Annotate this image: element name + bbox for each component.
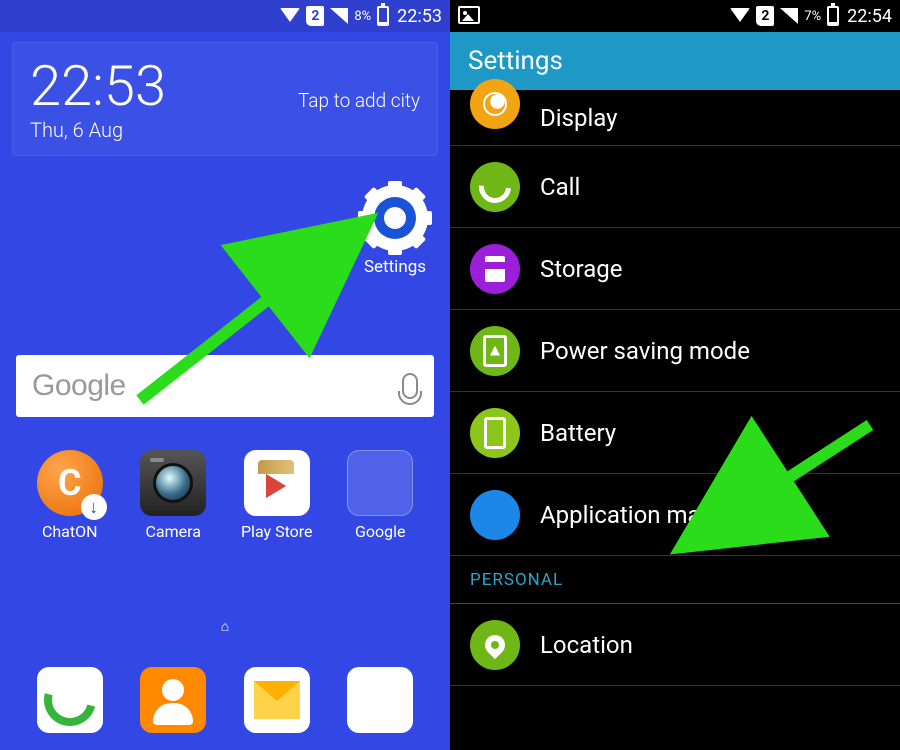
signal-icon bbox=[330, 8, 348, 24]
battery-icon bbox=[377, 6, 389, 26]
clock-widget[interactable]: 22:53 Thu, 6 Aug Tap to add city bbox=[12, 42, 438, 156]
settings-row-location[interactable]: Location bbox=[450, 604, 900, 686]
screenshot-notification-icon bbox=[458, 6, 480, 24]
wifi-icon bbox=[730, 8, 750, 22]
settings-row-app-manager[interactable]: Application manager bbox=[450, 474, 900, 556]
row-label: Location bbox=[540, 631, 633, 659]
app-label: Play Store bbox=[225, 522, 329, 541]
call-icon bbox=[470, 162, 520, 212]
status-time: 22:53 bbox=[397, 6, 442, 27]
signal-icon bbox=[780, 8, 798, 24]
app-play-store[interactable]: Play Store bbox=[225, 450, 329, 541]
row-label: Call bbox=[540, 173, 580, 201]
settings-shortcut[interactable]: Settings bbox=[362, 185, 428, 277]
sim-indicator: 2 bbox=[306, 6, 324, 26]
settings-row-call[interactable]: Call bbox=[450, 146, 900, 228]
power-saving-icon bbox=[470, 326, 520, 376]
apps-icon bbox=[347, 667, 413, 733]
home-page-indicator[interactable]: ⌂ bbox=[221, 618, 229, 635]
home-screen: 2 8% 22:53 22:53 Thu, 6 Aug Tap to add c… bbox=[0, 0, 450, 750]
row-label: Power saving mode bbox=[540, 337, 750, 365]
settings-row-power-saving[interactable]: Power saving mode bbox=[450, 310, 900, 392]
camera-icon bbox=[140, 450, 206, 516]
status-time: 22:54 bbox=[847, 6, 892, 27]
row-label: Display bbox=[540, 104, 618, 132]
mic-icon[interactable] bbox=[402, 373, 418, 399]
battery-percent: 7% bbox=[804, 9, 821, 24]
display-icon bbox=[470, 79, 520, 129]
app-label: Google bbox=[329, 522, 433, 541]
messages-icon bbox=[244, 667, 310, 733]
clock-time: 22:53 bbox=[30, 58, 166, 114]
clock-date: Thu, 6 Aug bbox=[30, 118, 166, 142]
settings-list[interactable]: Display Call Storage Power saving mode B… bbox=[450, 90, 900, 686]
dock bbox=[0, 650, 450, 750]
settings-row-storage[interactable]: Storage bbox=[450, 228, 900, 310]
location-icon bbox=[470, 620, 520, 670]
storage-icon bbox=[470, 244, 520, 294]
status-bar: 2 8% 22:53 bbox=[0, 0, 450, 32]
sim-indicator: 2 bbox=[756, 6, 774, 26]
row-label: Application manager bbox=[540, 501, 761, 529]
gear-icon bbox=[362, 185, 428, 251]
settings-header: Settings bbox=[450, 32, 900, 90]
row-label: Storage bbox=[540, 255, 622, 283]
app-label: ChatON bbox=[18, 522, 122, 541]
app-chaton[interactable]: ChatON bbox=[18, 450, 122, 541]
settings-shortcut-label: Settings bbox=[362, 257, 428, 277]
wifi-icon bbox=[280, 8, 300, 22]
dock-apps[interactable] bbox=[329, 667, 433, 733]
settings-row-battery[interactable]: Battery bbox=[450, 392, 900, 474]
app-google-folder[interactable]: Google bbox=[329, 450, 433, 541]
settings-title: Settings bbox=[468, 46, 563, 76]
contacts-icon bbox=[140, 667, 206, 733]
app-grid: ChatON Camera Play Store Google bbox=[0, 450, 450, 541]
settings-row-display[interactable]: Display bbox=[450, 90, 900, 146]
battery-icon bbox=[470, 408, 520, 458]
google-logo: Google bbox=[32, 369, 126, 403]
dock-phone[interactable] bbox=[18, 667, 122, 733]
settings-screen: 2 7% 22:54 Settings Display Call Storage… bbox=[450, 0, 900, 750]
battery-icon bbox=[827, 6, 839, 26]
battery-percent: 8% bbox=[354, 9, 371, 24]
dock-messages[interactable] bbox=[225, 667, 329, 733]
clock-main: 22:53 Thu, 6 Aug bbox=[30, 58, 166, 142]
section-personal: PERSONAL bbox=[450, 556, 900, 604]
app-manager-icon bbox=[470, 490, 520, 540]
play-store-icon bbox=[244, 450, 310, 516]
folder-icon bbox=[347, 450, 413, 516]
add-city-button[interactable]: Tap to add city bbox=[298, 89, 420, 112]
phone-icon bbox=[37, 667, 103, 733]
dock-contacts[interactable] bbox=[122, 667, 226, 733]
app-camera[interactable]: Camera bbox=[122, 450, 226, 541]
app-label: Camera bbox=[122, 522, 226, 541]
google-search-bar[interactable]: Google bbox=[16, 355, 434, 417]
chaton-icon bbox=[37, 450, 103, 516]
status-bar: 2 7% 22:54 bbox=[450, 0, 900, 32]
row-label: Battery bbox=[540, 419, 616, 447]
